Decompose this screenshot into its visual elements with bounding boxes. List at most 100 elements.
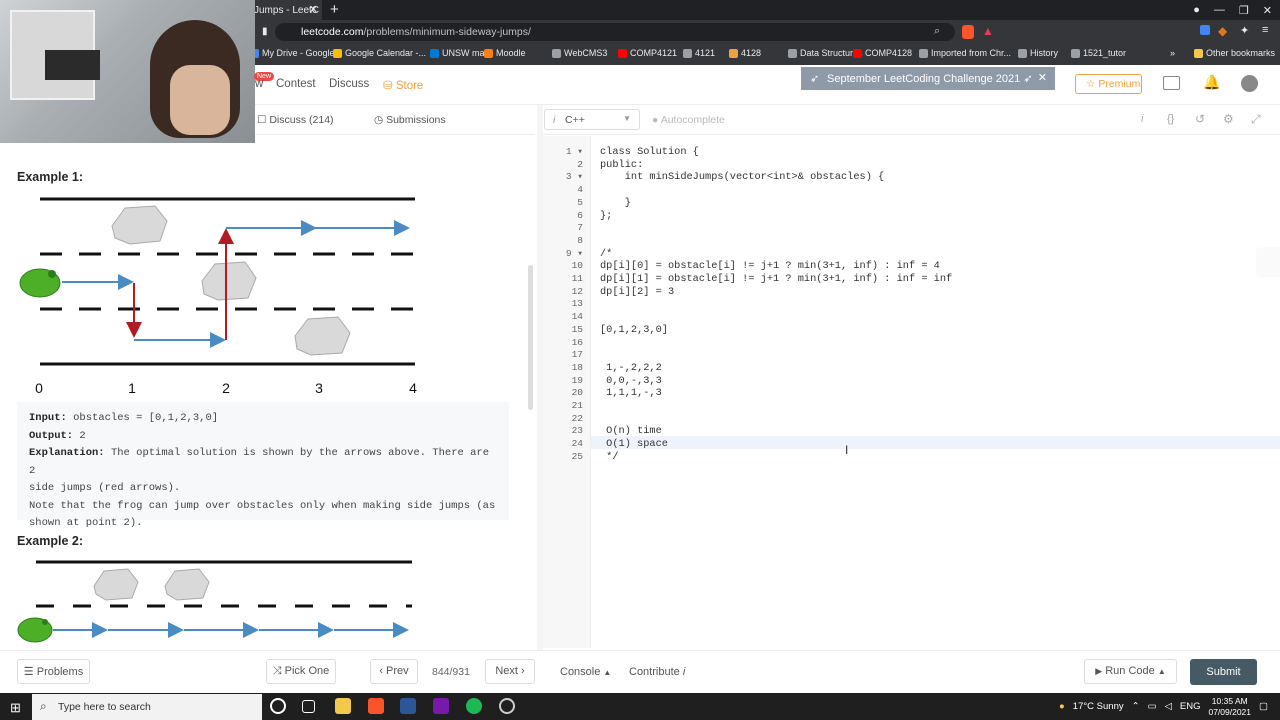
browser-tab[interactable]: Jumps - LeetC ✕ [250,0,322,20]
url-path: /problems/minimum-sideway-jumps/ [363,26,531,38]
problems-button[interactable]: ☰ Problems [17,659,90,684]
cortana-icon[interactable] [270,698,286,714]
taskbar-search-input[interactable]: ⌕ Type here to search [32,694,262,720]
close-window-icon[interactable]: ✕ [1263,4,1272,17]
other-bookmarks[interactable]: Other bookmarks [1194,48,1275,58]
clock-date: 07/09/2021 [1208,706,1252,717]
run-code-button[interactable]: ▶ Run Code ▲ [1084,659,1177,684]
extension-icon[interactable] [1200,25,1210,35]
bookmark-item[interactable]: 4121 [683,48,715,58]
play-icon: ▶ [1095,666,1103,676]
notifications-icon[interactable]: ▢ [1259,701,1268,712]
bookmark-item[interactable]: COMP4128 [853,48,912,58]
autocomplete-toggle[interactable]: ● Autocomplete [652,114,725,126]
bookmark-item[interactable]: WebCMS3 [552,48,607,58]
bookmark-icon [919,48,928,58]
bookmark-page-icon[interactable]: ▮ [262,26,268,37]
code-line: 0,0,-,3,3 [600,375,662,387]
bookmark-icon [1071,48,1080,58]
bookmark-item[interactable]: Imported from Chr... [919,48,1011,58]
language-select[interactable]: i C++ ▼ [544,109,640,130]
example1-box: Input: obstacles = [0,1,2,3,0] Output: 2… [17,402,509,529]
weather-text[interactable]: 17°C Sunny [1073,701,1124,712]
new-tab-icon[interactable]: + [330,1,339,18]
taskbar-clock[interactable]: 10:35 AM 07/09/2021 [1208,696,1251,718]
language-indicator[interactable]: ENG [1180,701,1201,712]
system-tray: ● 17°C Sunny ⌃ ▭ ◁ ENG 10:35 AM 07/09/202… [1059,693,1280,720]
prev-label: Prev [386,665,409,677]
tab-submissions[interactable]: ◷ Submissions [374,114,446,126]
bookmark-item[interactable]: Moodle [484,48,526,58]
settings-gear-icon[interactable]: ⚙ [1223,112,1234,126]
menu-icon[interactable]: ≡ [1262,24,1268,36]
nav-store[interactable]: ⛁ Store [383,78,423,92]
bookmark-item[interactable]: History [1018,48,1058,58]
url-input[interactable]: leetcode.com/problems/minimum-sideway-ju… [275,23,955,41]
chevron-up-icon[interactable]: ⌃ [1132,701,1140,712]
obs-icon[interactable] [499,698,515,714]
pick-one-label: Pick One [284,665,330,677]
file-explorer-icon[interactable] [335,698,351,714]
restore-icon[interactable]: ❐ [1239,4,1249,17]
list-icon: ☰ [23,666,34,678]
bookmark-label: 1521_tutor [1083,48,1127,58]
nav-contest[interactable]: Contest [276,78,316,90]
prev-button[interactable]: ‹ Prev [370,659,418,684]
extensions-puzzle-icon[interactable]: ✦ [1240,24,1249,37]
avatar[interactable] [1241,75,1258,92]
more-bookmarks-icon[interactable]: » [1170,48,1175,58]
volume-icon[interactable]: ◁ [1165,701,1172,712]
search-icon: ⌕ [40,699,47,713]
reset-icon[interactable]: ↺ [1195,112,1205,126]
bookmark-item[interactable]: COMP4121 [618,48,677,58]
windows-start-icon[interactable]: ⊞ [10,700,21,716]
description-scrollbar[interactable] [528,265,533,410]
close-banner-icon[interactable]: ✕ [1038,71,1047,84]
search-icon[interactable]: ⌕ [934,25,940,38]
powershell-icon[interactable] [400,698,416,714]
bookmark-item[interactable]: Google Calendar -... [333,48,426,58]
info-icon[interactable]: i [1141,113,1143,125]
code-line: [0,1,2,3,0] [600,324,668,336]
premium-button[interactable]: ☆ Premium [1075,74,1142,94]
network-icon[interactable]: ▭ [1148,701,1157,712]
bookmark-label: WebCMS3 [564,48,608,58]
side-handle[interactable] [1256,247,1280,277]
challenge-banner[interactable]: ➶ September LeetCoding Challenge 2021 ➶ … [801,67,1055,90]
brave-shield-icon[interactable] [962,25,974,39]
contribute-link[interactable]: Contribute i [629,666,685,678]
fullscreen-icon[interactable]: ⤢ [1251,112,1261,127]
profile-icon[interactable]: ● [1193,4,1200,16]
close-tab-icon[interactable]: ✕ [309,3,318,16]
metamask-icon[interactable]: ◆ [1218,24,1227,38]
brave-rewards-icon[interactable]: ▲ [982,24,994,38]
notification-bell-icon[interactable]: 🔔 [1203,74,1220,91]
minimize-icon[interactable]: — [1214,4,1225,16]
text-cursor-icon: I [845,443,849,457]
bookmark-item[interactable]: My Drive - Google... [250,48,342,58]
code-line: dp[i][1] = obstacle[i] != j+1 ? min(3+1,… [600,273,953,285]
playground-icon[interactable] [1163,76,1180,90]
diagram-tick: 2 [222,380,230,396]
code-line: dp[i][0] = obstacle[i] != j+1 ? min(3+1,… [600,260,940,272]
brave-browser-icon[interactable] [368,698,384,714]
bookmark-item[interactable]: UNSW mail [430,48,489,58]
next-button[interactable]: Next › [485,659,535,684]
console-toggle[interactable]: Console ▲ [560,666,611,678]
bookmark-item[interactable]: 1521_tutor [1071,48,1126,58]
tab-discuss[interactable]: ☐ Discuss (214) [257,114,334,126]
braces-icon[interactable]: {} [1167,113,1174,125]
submit-button[interactable]: Submit [1190,659,1257,685]
spotify-icon[interactable] [466,698,482,714]
onenote-icon[interactable] [433,698,449,714]
bookmark-item[interactable]: 4128 [729,48,761,58]
active-line-highlight [591,436,1280,449]
pick-one-button[interactable]: ⤨ Pick One [266,659,336,684]
tab-submissions-label: Submissions [386,114,446,126]
bookmark-item[interactable]: Data Structures [788,48,863,58]
nav-view-fragment[interactable]: w [255,78,263,90]
nav-discuss[interactable]: Discuss [329,78,369,90]
autocomplete-dot-icon: ● [652,114,659,126]
task-view-icon[interactable] [302,700,315,713]
bookmark-icon [729,48,738,58]
